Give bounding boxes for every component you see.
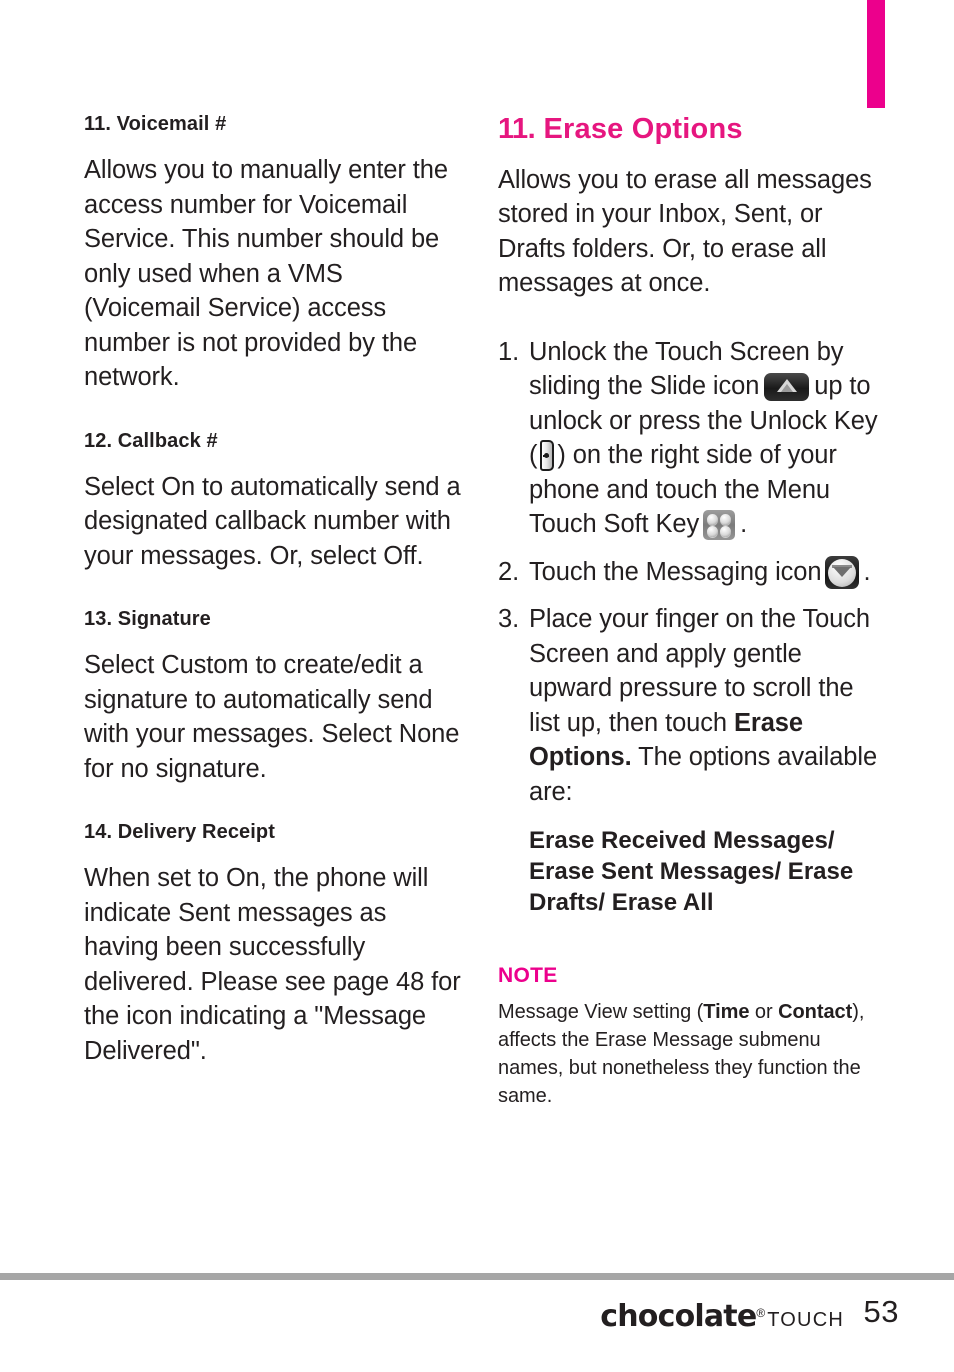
section-heading-voicemail: 11. Voicemail #	[84, 113, 227, 135]
registered-mark-icon: ®	[756, 1306, 766, 1320]
page-tab-marker	[867, 0, 885, 108]
menu-soft-key-icon	[703, 510, 736, 541]
step-2-marker: 2.	[498, 557, 520, 586]
note-body: Message View setting (Time or Contact), …	[498, 998, 883, 1110]
right-column: 11. Erase Options Allows you to erase al…	[498, 112, 883, 1110]
brand-logo: chocolate® TOUCH	[600, 1299, 844, 1334]
step-3-marker: 3.	[498, 605, 520, 634]
page-title-text: Erase Options	[543, 113, 743, 145]
step-2-text-part1: Touch the Messaging icon	[529, 557, 822, 586]
note-bold-time: Time	[703, 1001, 750, 1024]
messaging-icon	[825, 555, 860, 589]
page-title: 11. Erase Options	[498, 112, 883, 147]
page-number: 53	[863, 1294, 899, 1329]
section-body-voicemail: Allows you to manually enter the access …	[84, 156, 448, 391]
section-heading-callback: 12. Callback #	[84, 429, 218, 452]
section-body-delivery-receipt: When set to On, the phone will indicate …	[84, 864, 461, 1065]
brand-sub-name: TOUCH	[767, 1309, 844, 1331]
step-3: 3. Place your finger on the Touch Screen …	[498, 602, 883, 809]
footer-divider	[0, 1273, 954, 1280]
unlock-key-icon	[540, 440, 555, 472]
section-heading-signature: 13. Signature	[84, 608, 211, 630]
manual-page: 11. Voicemail # Allows you to manually e…	[0, 0, 954, 1372]
note-label: NOTE	[498, 964, 558, 988]
page-title-number: 11.	[498, 113, 536, 145]
note-text-1: Message View setting (	[498, 1001, 704, 1024]
left-column: 11. Voicemail # Allows you to manually e…	[84, 112, 464, 1068]
erase-options-intro: Allows you to erase all messages stored …	[498, 165, 872, 298]
slide-icon	[764, 373, 810, 402]
step-2: 2. Touch the Messaging icon.	[498, 555, 883, 590]
page-footer: chocolate® TOUCH 53	[0, 1290, 954, 1350]
section-body-signature: Select Custom to create/edit a signature…	[84, 651, 460, 783]
section-heading-delivery-receipt: 14. Delivery Receipt	[84, 821, 275, 843]
step-3-text-part1: Place your finger on the Touch Screen an…	[529, 605, 871, 737]
step-1-text-part3: ) on the right side of your phone and to…	[529, 441, 837, 539]
step-1-text-part4: .	[740, 510, 748, 539]
brand-name: chocolate	[600, 1299, 757, 1334]
section-body-callback: Select On to automatically send a design…	[84, 472, 461, 570]
steps-list: 1. Unlock the Touch Screen by sliding the…	[498, 335, 883, 810]
note-bold-contact: Contact	[778, 1001, 853, 1024]
erase-options-values: Erase Received Messages/ Erase Sent Mess…	[529, 827, 854, 917]
step-1: 1. Unlock the Touch Screen by sliding the…	[498, 335, 883, 542]
note-text-2: or	[749, 1001, 779, 1024]
step-2-text-part2: .	[863, 557, 871, 586]
step-1-marker: 1.	[498, 337, 520, 366]
